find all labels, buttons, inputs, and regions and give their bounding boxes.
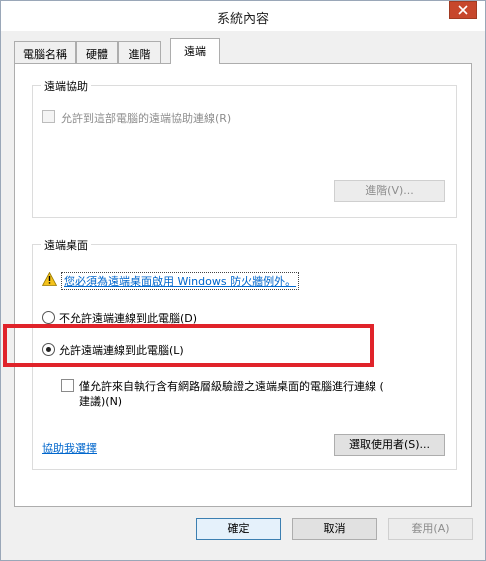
- nla-only-label-line1: 僅允許來自執行含有網路層級驗證之遠端桌面的電腦進行連線 (: [79, 380, 384, 393]
- select-users-button[interactable]: 選取使用者(S)...: [334, 434, 445, 456]
- warning-icon: [42, 272, 57, 286]
- close-button[interactable]: [449, 1, 477, 19]
- group-legend: 遠端協助: [41, 78, 91, 94]
- deny-remote-radio[interactable]: [42, 311, 55, 324]
- tab-remote[interactable]: 遠端: [170, 38, 220, 64]
- firewall-exception-link[interactable]: 您必須為遠端桌面啟用 Windows 防火牆例外。: [61, 272, 300, 290]
- nla-only-label-line2: 建議)(N): [79, 395, 123, 408]
- tab-hardware[interactable]: 硬體: [76, 41, 118, 63]
- remote-tab-panel: 遠端協助 允許到這部電腦的遠端協助連線(R) 進階(V)... 遠端桌面 您必須…: [14, 63, 472, 507]
- nla-only-checkbox[interactable]: [61, 379, 74, 392]
- help-me-choose-link[interactable]: 協助我選擇: [42, 440, 97, 456]
- group-legend: 遠端桌面: [41, 237, 91, 253]
- remote-assistance-group: 遠端協助 允許到這部電腦的遠端協助連線(R) 進階(V)...: [32, 78, 457, 218]
- close-icon: [458, 5, 468, 15]
- tab-label: 硬體: [86, 48, 108, 61]
- title-bar: 系統內容: [1, 1, 485, 31]
- system-properties-dialog: 系統內容 電腦名稱 硬體 進階 遠端 遠端協助 允許到這部電腦的遠端協助連線(R…: [0, 0, 486, 561]
- highlight-annotation: [3, 324, 374, 367]
- cancel-button[interactable]: 取消: [292, 518, 377, 540]
- tab-computer-name[interactable]: 電腦名稱: [14, 41, 76, 63]
- ok-button[interactable]: 確定: [196, 518, 281, 540]
- window-title: 系統內容: [216, 12, 269, 27]
- tab-advanced[interactable]: 進階: [118, 41, 161, 63]
- tab-label: 遠端: [184, 45, 206, 58]
- allow-remote-assistance-checkbox[interactable]: [42, 110, 55, 123]
- tab-label: 進階: [128, 48, 151, 61]
- advanced-button[interactable]: 進階(V)...: [334, 180, 445, 202]
- tab-label: 電腦名稱: [23, 48, 67, 61]
- apply-button[interactable]: 套用(A): [388, 518, 473, 540]
- allow-remote-assistance-label: 允許到這部電腦的遠端協助連線(R): [61, 112, 232, 125]
